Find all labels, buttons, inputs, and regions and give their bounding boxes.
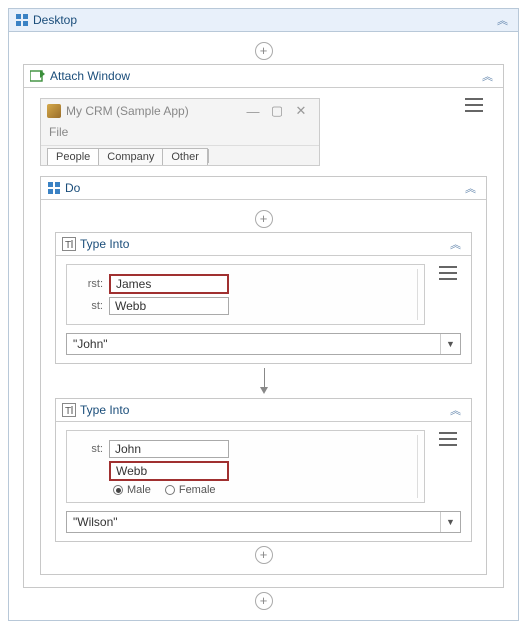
sequence-icon xyxy=(15,13,29,27)
attach-window-icon xyxy=(30,69,46,83)
collapse-icon[interactable]: ︽ xyxy=(446,236,465,252)
radio-label: Male xyxy=(127,484,151,496)
attach-window-panel: Attach Window ︽ My CRM (Sample App) — ▢ … xyxy=(23,64,504,588)
add-activity-button[interactable]: + xyxy=(255,546,273,564)
type-into-icon: T xyxy=(62,237,76,251)
attach-window-body: My CRM (Sample App) — ▢ ✕ File People Co… xyxy=(24,88,503,587)
type-into-header[interactable]: T Type Into ︽ xyxy=(56,233,471,256)
tab-people: People xyxy=(47,148,99,165)
flow-arrow-icon xyxy=(263,368,265,394)
dropdown-caret-icon[interactable]: ▼ xyxy=(440,512,460,532)
do-sequence-panel: Do ︽ + T Type Into xyxy=(40,176,487,575)
desktop-sequence-panel: Desktop ︽ + Attach Window ︽ xyxy=(8,8,519,621)
collapse-icon[interactable]: ︽ xyxy=(493,12,512,28)
field-label: rst: xyxy=(75,278,109,290)
svg-text:T: T xyxy=(65,406,71,417)
target-field-highlighted: James xyxy=(109,274,229,294)
options-menu-button[interactable] xyxy=(439,266,457,280)
collapse-icon[interactable]: ︽ xyxy=(461,180,480,196)
type-into-title: Type Into xyxy=(80,237,446,251)
radio-label: Female xyxy=(179,484,216,496)
add-activity-button[interactable]: + xyxy=(255,592,273,610)
type-into-body: st: John Webb Male Fema xyxy=(56,422,471,509)
options-menu-button[interactable] xyxy=(465,98,483,112)
type-into-header[interactable]: T Type Into ︽ xyxy=(56,399,471,422)
window-menu: File xyxy=(41,123,319,145)
radio-group-preview: Male Female xyxy=(75,484,416,496)
add-activity-button[interactable]: + xyxy=(255,42,273,60)
text-value-input[interactable]: "John" ▼ xyxy=(66,333,461,355)
attach-window-header[interactable]: Attach Window ︽ xyxy=(24,65,503,88)
type-into-icon: T xyxy=(62,403,76,417)
selector-screenshot[interactable]: rst: James st: Webb xyxy=(66,264,425,325)
sequence-icon xyxy=(47,181,61,195)
selector-screenshot[interactable]: st: John Webb Male Fema xyxy=(66,430,425,503)
tab-other: Other xyxy=(163,148,208,165)
desktop-title: Desktop xyxy=(33,13,493,27)
type-into-body: rst: James st: Webb xyxy=(56,256,471,331)
do-header[interactable]: Do ︽ xyxy=(41,177,486,200)
window-tabs: People Company Other xyxy=(41,145,319,165)
text-value: "Wilson" xyxy=(67,513,440,531)
attach-window-title: Attach Window xyxy=(50,69,478,83)
collapse-icon[interactable]: ︽ xyxy=(478,68,497,84)
field-label: st: xyxy=(75,300,109,312)
close-icon: ✕ xyxy=(289,103,313,119)
type-into-panel-2: T Type Into ︽ st: John xyxy=(55,398,472,542)
tab-company: Company xyxy=(99,148,163,165)
minimize-icon: — xyxy=(241,104,265,119)
app-icon xyxy=(47,104,61,118)
field-preview: Webb xyxy=(109,297,229,315)
selector-screenshot[interactable]: My CRM (Sample App) — ▢ ✕ File People Co… xyxy=(40,98,320,166)
do-title: Do xyxy=(65,181,461,195)
window-titlebar: My CRM (Sample App) — ▢ ✕ xyxy=(41,99,319,123)
radio-checked-icon xyxy=(113,485,123,495)
do-body: + T Type Into ︽ xyxy=(41,200,486,574)
dropdown-caret-icon[interactable]: ▼ xyxy=(440,334,460,354)
text-value-input[interactable]: "Wilson" ▼ xyxy=(66,511,461,533)
desktop-header[interactable]: Desktop ︽ xyxy=(9,9,518,32)
window-title: My CRM (Sample App) xyxy=(66,104,241,118)
field-preview: John xyxy=(109,440,229,458)
target-field-highlighted: Webb xyxy=(109,461,229,481)
desktop-body: + Attach Window ︽ My CRM (Sampl xyxy=(9,32,518,620)
type-into-panel-1: T Type Into ︽ rst: James xyxy=(55,232,472,364)
type-into-title: Type Into xyxy=(80,403,446,417)
field-label: st: xyxy=(75,443,109,455)
text-value: "John" xyxy=(67,335,440,353)
options-menu-button[interactable] xyxy=(439,432,457,446)
svg-text:T: T xyxy=(65,240,71,251)
maximize-icon: ▢ xyxy=(265,103,289,119)
add-activity-button[interactable]: + xyxy=(255,210,273,228)
collapse-icon[interactable]: ︽ xyxy=(446,402,465,418)
radio-unchecked-icon xyxy=(165,485,175,495)
